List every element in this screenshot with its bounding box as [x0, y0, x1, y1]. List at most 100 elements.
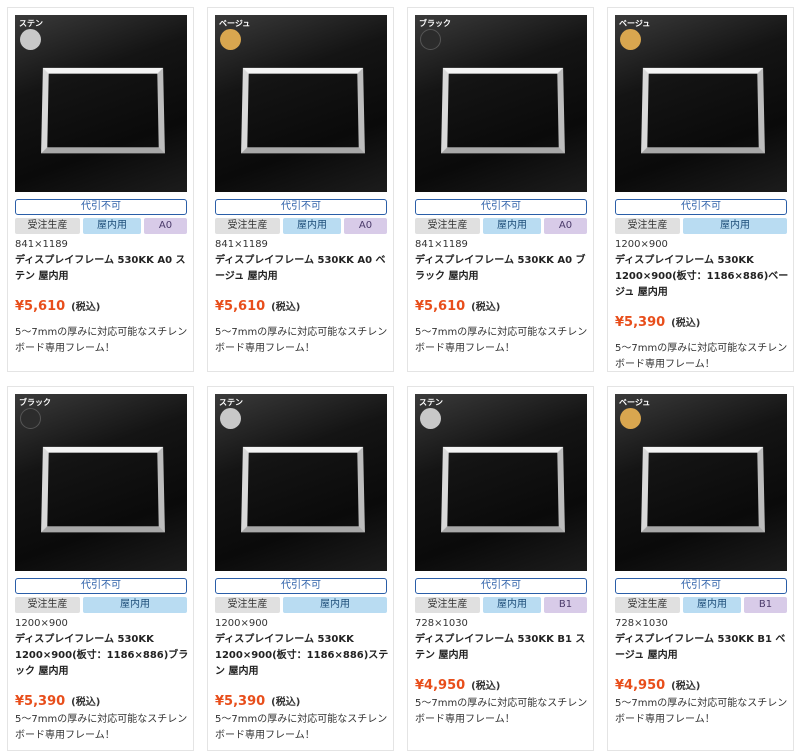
tax-label: (税込) [71, 302, 101, 313]
swatch-label: ベージュ [219, 19, 251, 28]
tax-label: (税込) [471, 681, 501, 692]
price-row: ¥5,390 (税込) [615, 314, 700, 330]
indoor-tag: 屋内用 [483, 218, 541, 234]
frame-product-icon [241, 67, 365, 154]
product-card[interactable]: ベージュ 代引不可 受注生産 屋内用 B1 728×1030 ディスプレイフレー… [607, 386, 794, 751]
made-to-order-tag: 受注生産 [215, 218, 280, 234]
product-card[interactable]: ブラック 代引不可 受注生産 屋内用 1200×900 ディスプレイフレーム 5… [7, 386, 194, 751]
color-swatch-icon [420, 29, 441, 50]
made-to-order-tag: 受注生産 [15, 597, 80, 613]
tax-label: (税込) [471, 302, 501, 313]
frame-product-icon [641, 446, 765, 533]
color-swatch-icon [620, 408, 641, 429]
tag-row: 受注生産 屋内用 [215, 597, 387, 613]
product-card[interactable]: ブラック 代引不可 受注生産 屋内用 A0 841×1189 ディスプレイフレー… [407, 7, 594, 372]
product-image[interactable]: ベージュ [615, 394, 787, 571]
product-size: 841×1189 [415, 239, 468, 250]
made-to-order-tag: 受注生産 [615, 218, 680, 234]
product-image[interactable]: ステン [415, 394, 587, 571]
product-card[interactable]: ステン 代引不可 受注生産 屋内用 A0 841×1189 ディスプレイフレーム… [7, 7, 194, 372]
tag-row: 受注生産 屋内用 [15, 597, 187, 613]
price: ¥4,950 [415, 678, 466, 693]
product-image[interactable]: ベージュ [215, 15, 387, 192]
product-name-link[interactable]: ディスプレイフレーム 530KK 1200×900(板寸：1186×886)ブラ… [15, 632, 189, 680]
color-swatch-icon [220, 29, 241, 50]
cod-unavailable-badge: 代引不可 [215, 199, 387, 215]
price-row: ¥5,610 (税込) [215, 298, 300, 314]
color-swatch-icon [220, 408, 241, 429]
product-size: 728×1030 [615, 618, 668, 629]
tax-label: (税込) [671, 681, 701, 692]
price-row: ¥4,950 (税込) [615, 677, 700, 693]
tag-row: 受注生産 屋内用 A0 [415, 218, 587, 234]
product-name-link[interactable]: ディスプレイフレーム 530KK A0 ブラック 屋内用 [415, 253, 589, 285]
tag-row: 受注生産 屋内用 A0 [215, 218, 387, 234]
cod-unavailable-badge: 代引不可 [15, 578, 187, 594]
product-card[interactable]: ステン 代引不可 受注生産 屋内用 1200×900 ディスプレイフレーム 53… [207, 386, 394, 751]
product-size: 841×1189 [215, 239, 268, 250]
indoor-tag: 屋内用 [683, 218, 787, 234]
swatch-label: ステン [19, 19, 43, 28]
product-description: 5～7mmの厚みに対応可能なスチレンボード専用フレーム！ [415, 327, 588, 354]
frame-product-icon [41, 446, 165, 533]
indoor-tag: 屋内用 [83, 218, 141, 234]
made-to-order-tag: 受注生産 [15, 218, 80, 234]
product-image[interactable]: ステン [215, 394, 387, 571]
price: ¥5,610 [15, 299, 66, 314]
price-row: ¥5,610 (税込) [15, 298, 100, 314]
price-row: ¥5,390 (税込) [15, 693, 100, 709]
color-swatch-icon [20, 408, 41, 429]
swatch-label: ベージュ [619, 398, 651, 407]
price-row: ¥5,390 (税込) [215, 693, 300, 709]
frame-product-icon [441, 67, 565, 154]
product-card[interactable]: ベージュ 代引不可 受注生産 屋内用 A0 841×1189 ディスプレイフレー… [207, 7, 394, 372]
product-description: 5～7mmの厚みに対応可能なスチレンボード専用フレーム！ [615, 343, 788, 370]
price: ¥5,610 [415, 299, 466, 314]
price-row: ¥5,610 (税込) [415, 298, 500, 314]
tax-label: (税込) [271, 302, 301, 313]
color-swatch-icon [620, 29, 641, 50]
frame-product-icon [241, 446, 365, 533]
indoor-tag: 屋内用 [683, 597, 741, 613]
cod-unavailable-badge: 代引不可 [215, 578, 387, 594]
price: ¥5,390 [615, 315, 666, 330]
made-to-order-tag: 受注生産 [415, 597, 480, 613]
indoor-tag: 屋内用 [283, 218, 341, 234]
product-image[interactable]: ブラック [415, 15, 587, 192]
product-name-link[interactable]: ディスプレイフレーム 530KK B1 ベージュ 屋内用 [615, 632, 789, 664]
made-to-order-tag: 受注生産 [615, 597, 680, 613]
product-description: 5～7mmの厚みに対応可能なスチレンボード専用フレーム！ [15, 327, 188, 354]
swatch-label: ベージュ [619, 19, 651, 28]
product-description: 5～7mmの厚みに対応可能なスチレンボード専用フレーム！ [415, 698, 588, 725]
product-name-link[interactable]: ディスプレイフレーム 530KK A0 ベージュ 屋内用 [215, 253, 389, 285]
product-card[interactable]: ステン 代引不可 受注生産 屋内用 B1 728×1030 ディスプレイフレーム… [407, 386, 594, 751]
swatch-label: ステン [219, 398, 243, 407]
product-image[interactable]: ベージュ [615, 15, 787, 192]
product-description: 5～7mmの厚みに対応可能なスチレンボード専用フレーム！ [215, 714, 388, 741]
made-to-order-tag: 受注生産 [415, 218, 480, 234]
size-class-tag: B1 [744, 597, 787, 613]
swatch-label: ブラック [19, 398, 51, 407]
product-name-link[interactable]: ディスプレイフレーム 530KK A0 ステン 屋内用 [15, 253, 189, 285]
color-swatch-icon [20, 29, 41, 50]
product-description: 5～7mmの厚みに対応可能なスチレンボード専用フレーム！ [215, 327, 388, 354]
product-size: 1200×900 [615, 239, 668, 250]
tax-label: (税込) [271, 697, 301, 708]
made-to-order-tag: 受注生産 [215, 597, 280, 613]
product-name-link[interactable]: ディスプレイフレーム 530KK 1200×900(板寸：1186×886)ステ… [215, 632, 389, 680]
tag-row: 受注生産 屋内用 A0 [15, 218, 187, 234]
size-class-tag: A0 [344, 218, 387, 234]
product-description: 5～7mmの厚みに対応可能なスチレンボード専用フレーム！ [15, 714, 188, 741]
product-size: 1200×900 [15, 618, 68, 629]
product-name-link[interactable]: ディスプレイフレーム 530KK 1200×900(板寸：1186×886)ベー… [615, 253, 789, 301]
cod-unavailable-badge: 代引不可 [415, 199, 587, 215]
product-grid: ステン 代引不可 受注生産 屋内用 A0 841×1189 ディスプレイフレーム… [0, 0, 800, 755]
product-image[interactable]: ブラック [15, 394, 187, 571]
product-image[interactable]: ステン [15, 15, 187, 192]
product-size: 841×1189 [15, 239, 68, 250]
tax-label: (税込) [671, 318, 701, 329]
cod-unavailable-badge: 代引不可 [415, 578, 587, 594]
product-name-link[interactable]: ディスプレイフレーム 530KK B1 ステン 屋内用 [415, 632, 589, 664]
product-card[interactable]: ベージュ 代引不可 受注生産 屋内用 1200×900 ディスプレイフレーム 5… [607, 7, 794, 372]
color-swatch-icon [420, 408, 441, 429]
